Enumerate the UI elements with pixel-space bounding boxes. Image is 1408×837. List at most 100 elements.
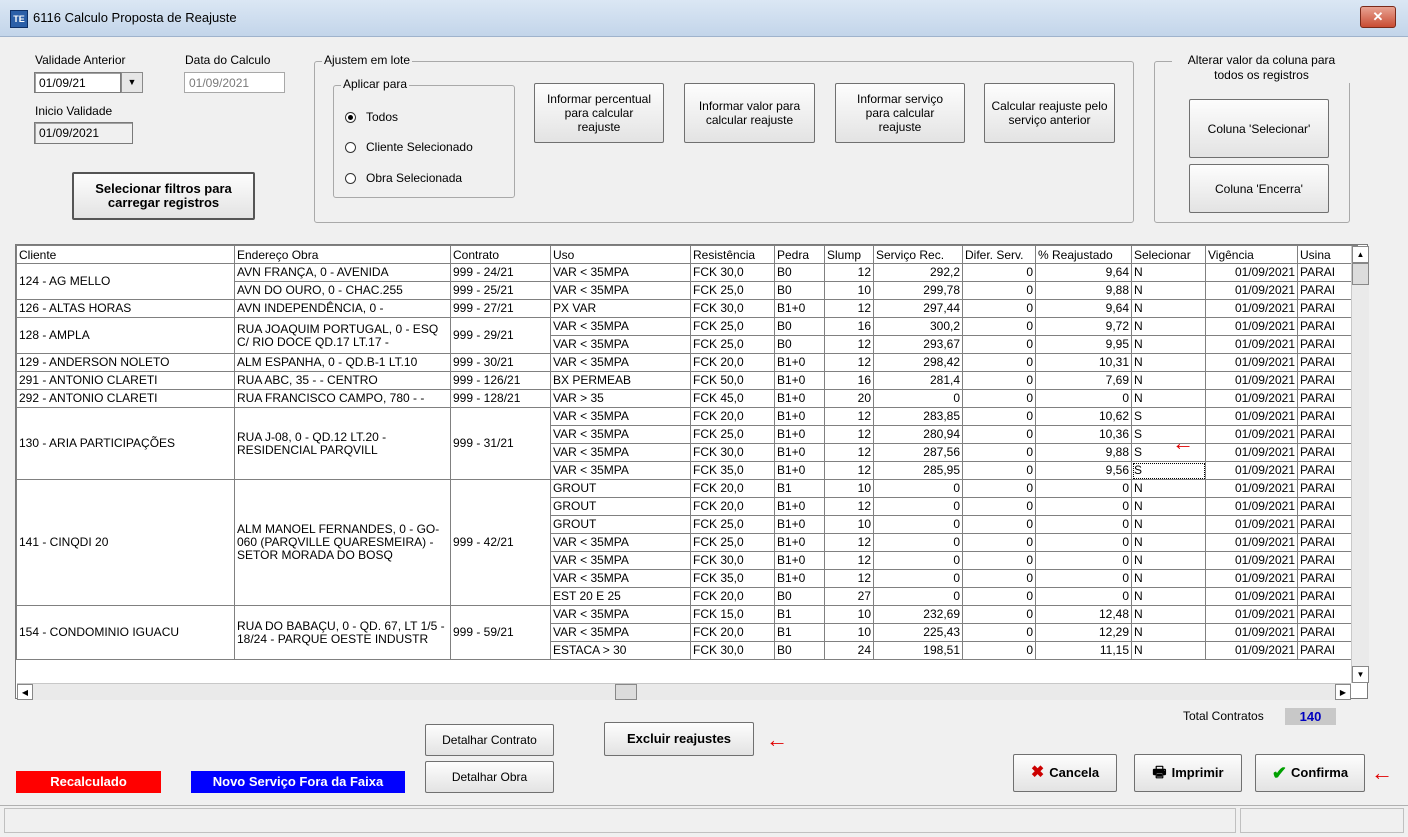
cell-selecionar[interactable]: N xyxy=(1131,569,1206,588)
scroll-up-icon[interactable]: ▲ xyxy=(1352,246,1369,263)
cell-vigencia: 01/09/2021 xyxy=(1205,407,1298,426)
cell-selecionar[interactable]: N xyxy=(1131,641,1206,660)
scroll-left-icon[interactable]: ◀ xyxy=(17,684,33,700)
column-header[interactable]: Contrato xyxy=(450,245,551,264)
cell-slump: 10 xyxy=(824,515,874,534)
cell-selecionar[interactable]: S xyxy=(1131,461,1206,480)
horizontal-scrollbar[interactable]: ◀ ▶ xyxy=(17,683,1351,700)
cell-usina: PARAI xyxy=(1297,497,1358,516)
title-bar: TE 6116 Calculo Proposta de Reajuste ✕ xyxy=(0,0,1408,37)
cell-servico-rec: 0 xyxy=(873,533,963,552)
imprimir-button[interactable]: 🖶 Imprimir xyxy=(1134,754,1242,792)
cell-contrato: 999 - 24/21 xyxy=(450,263,551,282)
contracts-grid[interactable]: Cliente Endereço Obra Contrato Uso Resistênc… xyxy=(15,244,1368,699)
column-header[interactable]: Resistência xyxy=(690,245,775,264)
column-header[interactable]: Serviço Rec. xyxy=(873,245,963,264)
coluna-encerra-button[interactable]: Coluna 'Encerra' xyxy=(1189,164,1329,213)
radio-obra-selecionada[interactable]: Obra Selecionada xyxy=(345,171,505,187)
cell-selecionar[interactable]: N xyxy=(1131,335,1206,354)
table-row[interactable]: 126 - ALTAS HORAS AVN INDEPENDÊNCIA, 0 -9… xyxy=(16,299,1358,318)
informar-valor-button[interactable]: Informar valor para calcular reajuste xyxy=(684,83,815,143)
scroll-down-icon[interactable]: ▼ xyxy=(1352,666,1369,683)
cell-selecionar[interactable]: N xyxy=(1131,263,1206,282)
informar-percentual-button[interactable]: Informar percentual para calcular reajus… xyxy=(534,83,664,143)
coluna-selecionar-button[interactable]: Coluna 'Selecionar' xyxy=(1189,99,1329,158)
cell-slump: 12 xyxy=(824,263,874,282)
column-header[interactable]: Uso xyxy=(550,245,691,264)
cell-selecionar[interactable]: N xyxy=(1131,533,1206,552)
detalhar-contrato-button[interactable]: Detalhar Contrato xyxy=(425,724,554,756)
table-row[interactable]: 128 - AMPLA RUA JOAQUIM PORTUGAL, 0 - ESQ… xyxy=(16,317,1358,354)
close-button[interactable]: ✕ xyxy=(1360,6,1396,28)
cell-cliente: 128 - AMPLA xyxy=(16,317,235,354)
cell-selecionar[interactable]: N xyxy=(1131,551,1206,570)
table-row[interactable]: 154 - CONDOMINIO IGUACU RUA DO BABAÇU, 0 … xyxy=(16,605,1358,660)
table-row[interactable]: 124 - AG MELLO AVN FRANÇA, 0 - AVENIDA 999… xyxy=(16,263,1358,300)
table-row[interactable]: 141 - CINQDI 20 ALM MANOEL FERNANDES, 0 -… xyxy=(16,479,1358,606)
column-header[interactable]: Usina xyxy=(1297,245,1358,264)
cell-pedra: B1+0 xyxy=(774,515,825,534)
cell-servico-rec: 281,4 xyxy=(873,371,963,390)
column-header[interactable]: % Reajustado xyxy=(1035,245,1132,264)
cell-selecionar[interactable]: N xyxy=(1131,371,1206,390)
column-header[interactable]: Pedra xyxy=(774,245,825,264)
radio-todos[interactable]: Todos xyxy=(345,110,505,126)
column-header[interactable]: Selecionar xyxy=(1131,245,1206,264)
radio-cliente-selecionado[interactable]: Cliente Selecionado xyxy=(345,140,505,156)
radio-icon xyxy=(345,142,356,153)
cell-vigencia: 01/09/2021 xyxy=(1205,515,1298,534)
cell-selecionar[interactable]: N xyxy=(1131,605,1206,624)
cell-usina: PARAI xyxy=(1297,479,1358,498)
detalhar-obra-button[interactable]: Detalhar Obra xyxy=(425,761,554,793)
cell-difer-serv: 0 xyxy=(962,389,1036,408)
cell-difer-serv: 0 xyxy=(962,605,1036,624)
informar-servico-button[interactable]: Informar serviço para calcular reajuste xyxy=(835,83,965,143)
scroll-thumb-vertical[interactable] xyxy=(1352,263,1369,285)
cell-selecionar[interactable]: N xyxy=(1131,587,1206,606)
column-header[interactable]: Slump xyxy=(824,245,874,264)
column-header[interactable]: Cliente xyxy=(16,245,235,264)
validade-anterior-field[interactable]: 01/09/21 xyxy=(34,72,121,93)
scroll-thumb-horizontal[interactable] xyxy=(615,684,637,700)
cell-resistencia: FCK 35,0 xyxy=(690,569,775,588)
cell-resistencia: FCK 30,0 xyxy=(690,641,775,660)
cell-vigencia: 01/09/2021 xyxy=(1205,641,1298,660)
column-header[interactable]: Vigência xyxy=(1205,245,1298,264)
cell-selecionar[interactable]: N xyxy=(1131,281,1206,300)
cell-selecionar[interactable]: N xyxy=(1131,317,1206,336)
cell-pedra: B1 xyxy=(774,479,825,498)
calcular-reajuste-anterior-button[interactable]: Calcular reajuste pelo serviço anterior xyxy=(984,83,1115,143)
table-row[interactable]: 129 - ANDERSON NOLETO ALM ESPANHA, 0 - QD… xyxy=(16,353,1358,372)
cell-contrato: 999 - 27/21 xyxy=(450,299,551,318)
cell-selecionar[interactable]: N xyxy=(1131,515,1206,534)
cell-pedra: B1 xyxy=(774,605,825,624)
table-row[interactable]: 292 - ANTONIO CLARETI RUA FRANCISCO CAMPO… xyxy=(16,389,1358,408)
cell-selecionar[interactable]: N xyxy=(1131,479,1206,498)
inicio-validade-label: Inicio Validade xyxy=(35,104,113,118)
scroll-right-icon[interactable]: ▶ xyxy=(1335,684,1351,700)
chevron-down-icon[interactable]: ▼ xyxy=(121,72,143,93)
cell-selecionar[interactable]: N xyxy=(1131,389,1206,408)
cell-vigencia: 01/09/2021 xyxy=(1205,623,1298,642)
confirma-button[interactable]: ✔ Confirma xyxy=(1255,754,1365,792)
table-row[interactable]: 291 - ANTONIO CLARETI RUA ABC, 35 - - CEN… xyxy=(16,371,1358,390)
selecionar-filtros-button[interactable]: Selecionar filtros para carregar registr… xyxy=(72,172,255,220)
cell-uso: VAR < 35MPA xyxy=(550,623,691,642)
cancela-button[interactable]: ✖ Cancela xyxy=(1013,754,1117,792)
cell-selecionar[interactable]: S xyxy=(1131,443,1206,462)
cell-selecionar[interactable]: S xyxy=(1131,407,1206,426)
data-calculo-field[interactable]: 01/09/2021 xyxy=(184,72,285,93)
cell-difer-serv: 0 xyxy=(962,263,1036,282)
column-header[interactable]: Endereço Obra xyxy=(234,245,451,264)
column-header[interactable]: Difer. Serv. xyxy=(962,245,1036,264)
cell-selecionar[interactable]: N xyxy=(1131,353,1206,372)
cell-selecionar[interactable]: N xyxy=(1131,497,1206,516)
cell-servico-rec: 0 xyxy=(873,479,963,498)
cell-selecionar[interactable]: N xyxy=(1131,299,1206,318)
cell-selecionar[interactable]: S xyxy=(1131,425,1206,444)
cell-difer-serv: 0 xyxy=(962,587,1036,606)
cell-selecionar[interactable]: N xyxy=(1131,623,1206,642)
vertical-scrollbar[interactable]: ▲ ▼ xyxy=(1351,246,1369,683)
table-row[interactable]: 130 - ARIA PARTICIPAÇÕES RUA J-08, 0 - QD… xyxy=(16,407,1358,480)
excluir-reajustes-button[interactable]: Excluir reajustes xyxy=(604,722,754,756)
